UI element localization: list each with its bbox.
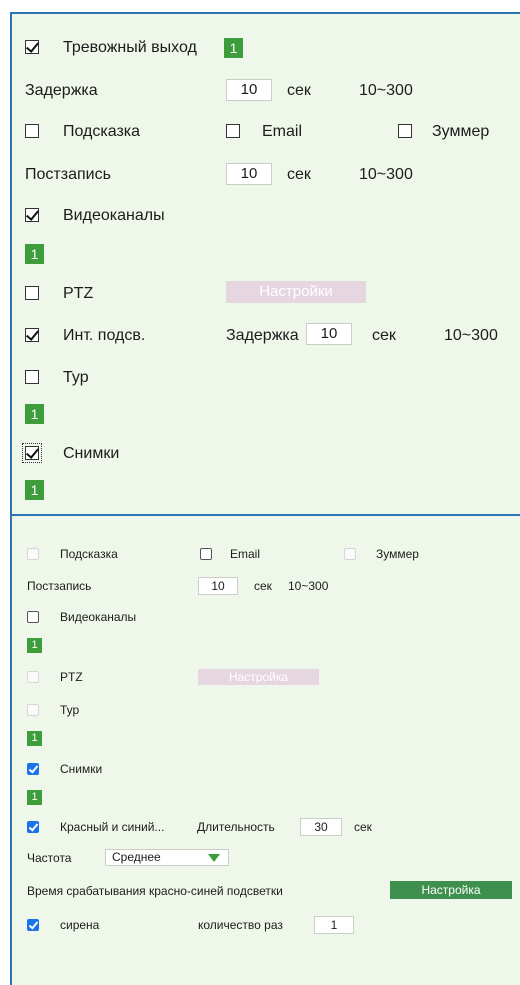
hint-label: Подсказка xyxy=(63,123,141,140)
email-checkbox-2[interactable] xyxy=(200,548,212,560)
snapshots-label-2: Снимки xyxy=(60,762,103,776)
red-blue-duration-label: Длительность xyxy=(197,820,275,834)
siren-count-label: количество раз xyxy=(198,918,283,932)
post-record-label-2: Постзапись xyxy=(27,579,92,593)
snapshots-channel-chip[interactable]: 1 xyxy=(25,480,44,500)
ptz-checkbox-2[interactable] xyxy=(27,671,39,683)
tour-label-2: Тур xyxy=(60,703,80,717)
delay-unit: сек xyxy=(287,82,311,99)
ptz-settings-button-2[interactable]: Настройка xyxy=(198,669,319,685)
post-record-unit: сек xyxy=(287,166,311,183)
ptz-label: PTZ xyxy=(63,285,94,302)
red-blue-time-label: Время срабатывания красно-синей подсветк… xyxy=(27,884,283,898)
delay-label: Задержка xyxy=(25,82,98,99)
video-channels-checkbox-2[interactable] xyxy=(27,611,39,623)
post-record-unit-2: сек xyxy=(254,579,272,593)
delay-input[interactable]: 10 xyxy=(226,79,272,101)
siren-checkbox[interactable] xyxy=(27,919,39,931)
snapshots-checkbox[interactable] xyxy=(22,443,42,463)
hint-checkbox[interactable] xyxy=(25,124,39,138)
hint-label-2: Подсказка xyxy=(60,547,118,561)
red-blue-label: Красный и синий... xyxy=(60,820,165,834)
ir-light-delay-label: Задержка xyxy=(226,327,299,344)
ir-light-checkbox[interactable] xyxy=(25,328,39,342)
red-blue-unit: сек xyxy=(354,820,372,834)
video-channels-label: Видеоканалы xyxy=(63,207,165,224)
tour-checkbox[interactable] xyxy=(25,370,39,384)
post-record-label: Постзапись xyxy=(25,166,111,183)
ptz-label-2: PTZ xyxy=(60,670,83,684)
ir-light-unit: сек xyxy=(372,327,396,344)
post-record-range: 10~300 xyxy=(359,166,413,183)
red-blue-duration-input[interactable]: 30 xyxy=(300,818,342,836)
tour-checkbox-2[interactable] xyxy=(27,704,39,716)
email-checkbox[interactable] xyxy=(226,124,240,138)
tour-channel-chip-2[interactable]: 1 xyxy=(27,731,42,746)
email-label: Email xyxy=(262,123,303,140)
alarm-output-checkbox[interactable] xyxy=(25,40,39,54)
tour-label: Тур xyxy=(63,369,89,386)
delay-range: 10~300 xyxy=(359,82,413,99)
alarm-output-channel-chip[interactable]: 1 xyxy=(224,38,243,58)
video-channels-label-2: Видеоканалы xyxy=(60,610,137,624)
buzzer-checkbox[interactable] xyxy=(398,124,412,138)
frequency-label: Частота xyxy=(27,851,72,865)
alarm-settings-panel-small: Подсказка Email Зуммер Постзапись 10 сек… xyxy=(10,514,520,985)
video-channels-channel-chip[interactable]: 1 xyxy=(25,244,44,264)
hint-checkbox-2[interactable] xyxy=(27,548,39,560)
video-channels-channel-chip-2[interactable]: 1 xyxy=(27,638,42,653)
post-record-input-2[interactable]: 10 xyxy=(198,577,238,595)
snapshots-channel-chip-2[interactable]: 1 xyxy=(27,790,42,805)
alarm-output-label: Тревожный выход xyxy=(63,39,197,56)
ir-light-label: Инт. подсв. xyxy=(63,327,146,344)
email-label-2: Email xyxy=(230,547,261,561)
ir-light-range: 10~300 xyxy=(444,327,498,344)
alarm-settings-panel-large: Тревожный выход 1 Задержка 10 сек 10~300… xyxy=(10,12,520,516)
siren-label: сирена xyxy=(60,918,100,932)
buzzer-label-2: Зуммер xyxy=(376,547,419,561)
ir-light-delay-input[interactable]: 10 xyxy=(306,323,352,345)
buzzer-checkbox-2[interactable] xyxy=(344,548,356,560)
red-blue-time-settings-button[interactable]: Настройка xyxy=(390,881,512,899)
tour-channel-chip[interactable]: 1 xyxy=(25,404,44,424)
red-blue-checkbox[interactable] xyxy=(27,821,39,833)
snapshots-label: Снимки xyxy=(63,445,120,462)
chevron-down-icon xyxy=(208,854,220,862)
video-channels-checkbox[interactable] xyxy=(25,208,39,222)
ptz-settings-button[interactable]: Настройки xyxy=(226,281,366,303)
ptz-checkbox[interactable] xyxy=(25,286,39,300)
frequency-selected-value: Среднее xyxy=(112,850,161,864)
frequency-select[interactable]: Среднее xyxy=(105,849,229,866)
post-record-range-2: 10~300 xyxy=(288,579,329,593)
buzzer-label: Зуммер xyxy=(432,123,490,140)
snapshots-checkbox-2[interactable] xyxy=(27,763,39,775)
siren-count-input[interactable]: 1 xyxy=(314,916,354,934)
post-record-input[interactable]: 10 xyxy=(226,163,272,185)
